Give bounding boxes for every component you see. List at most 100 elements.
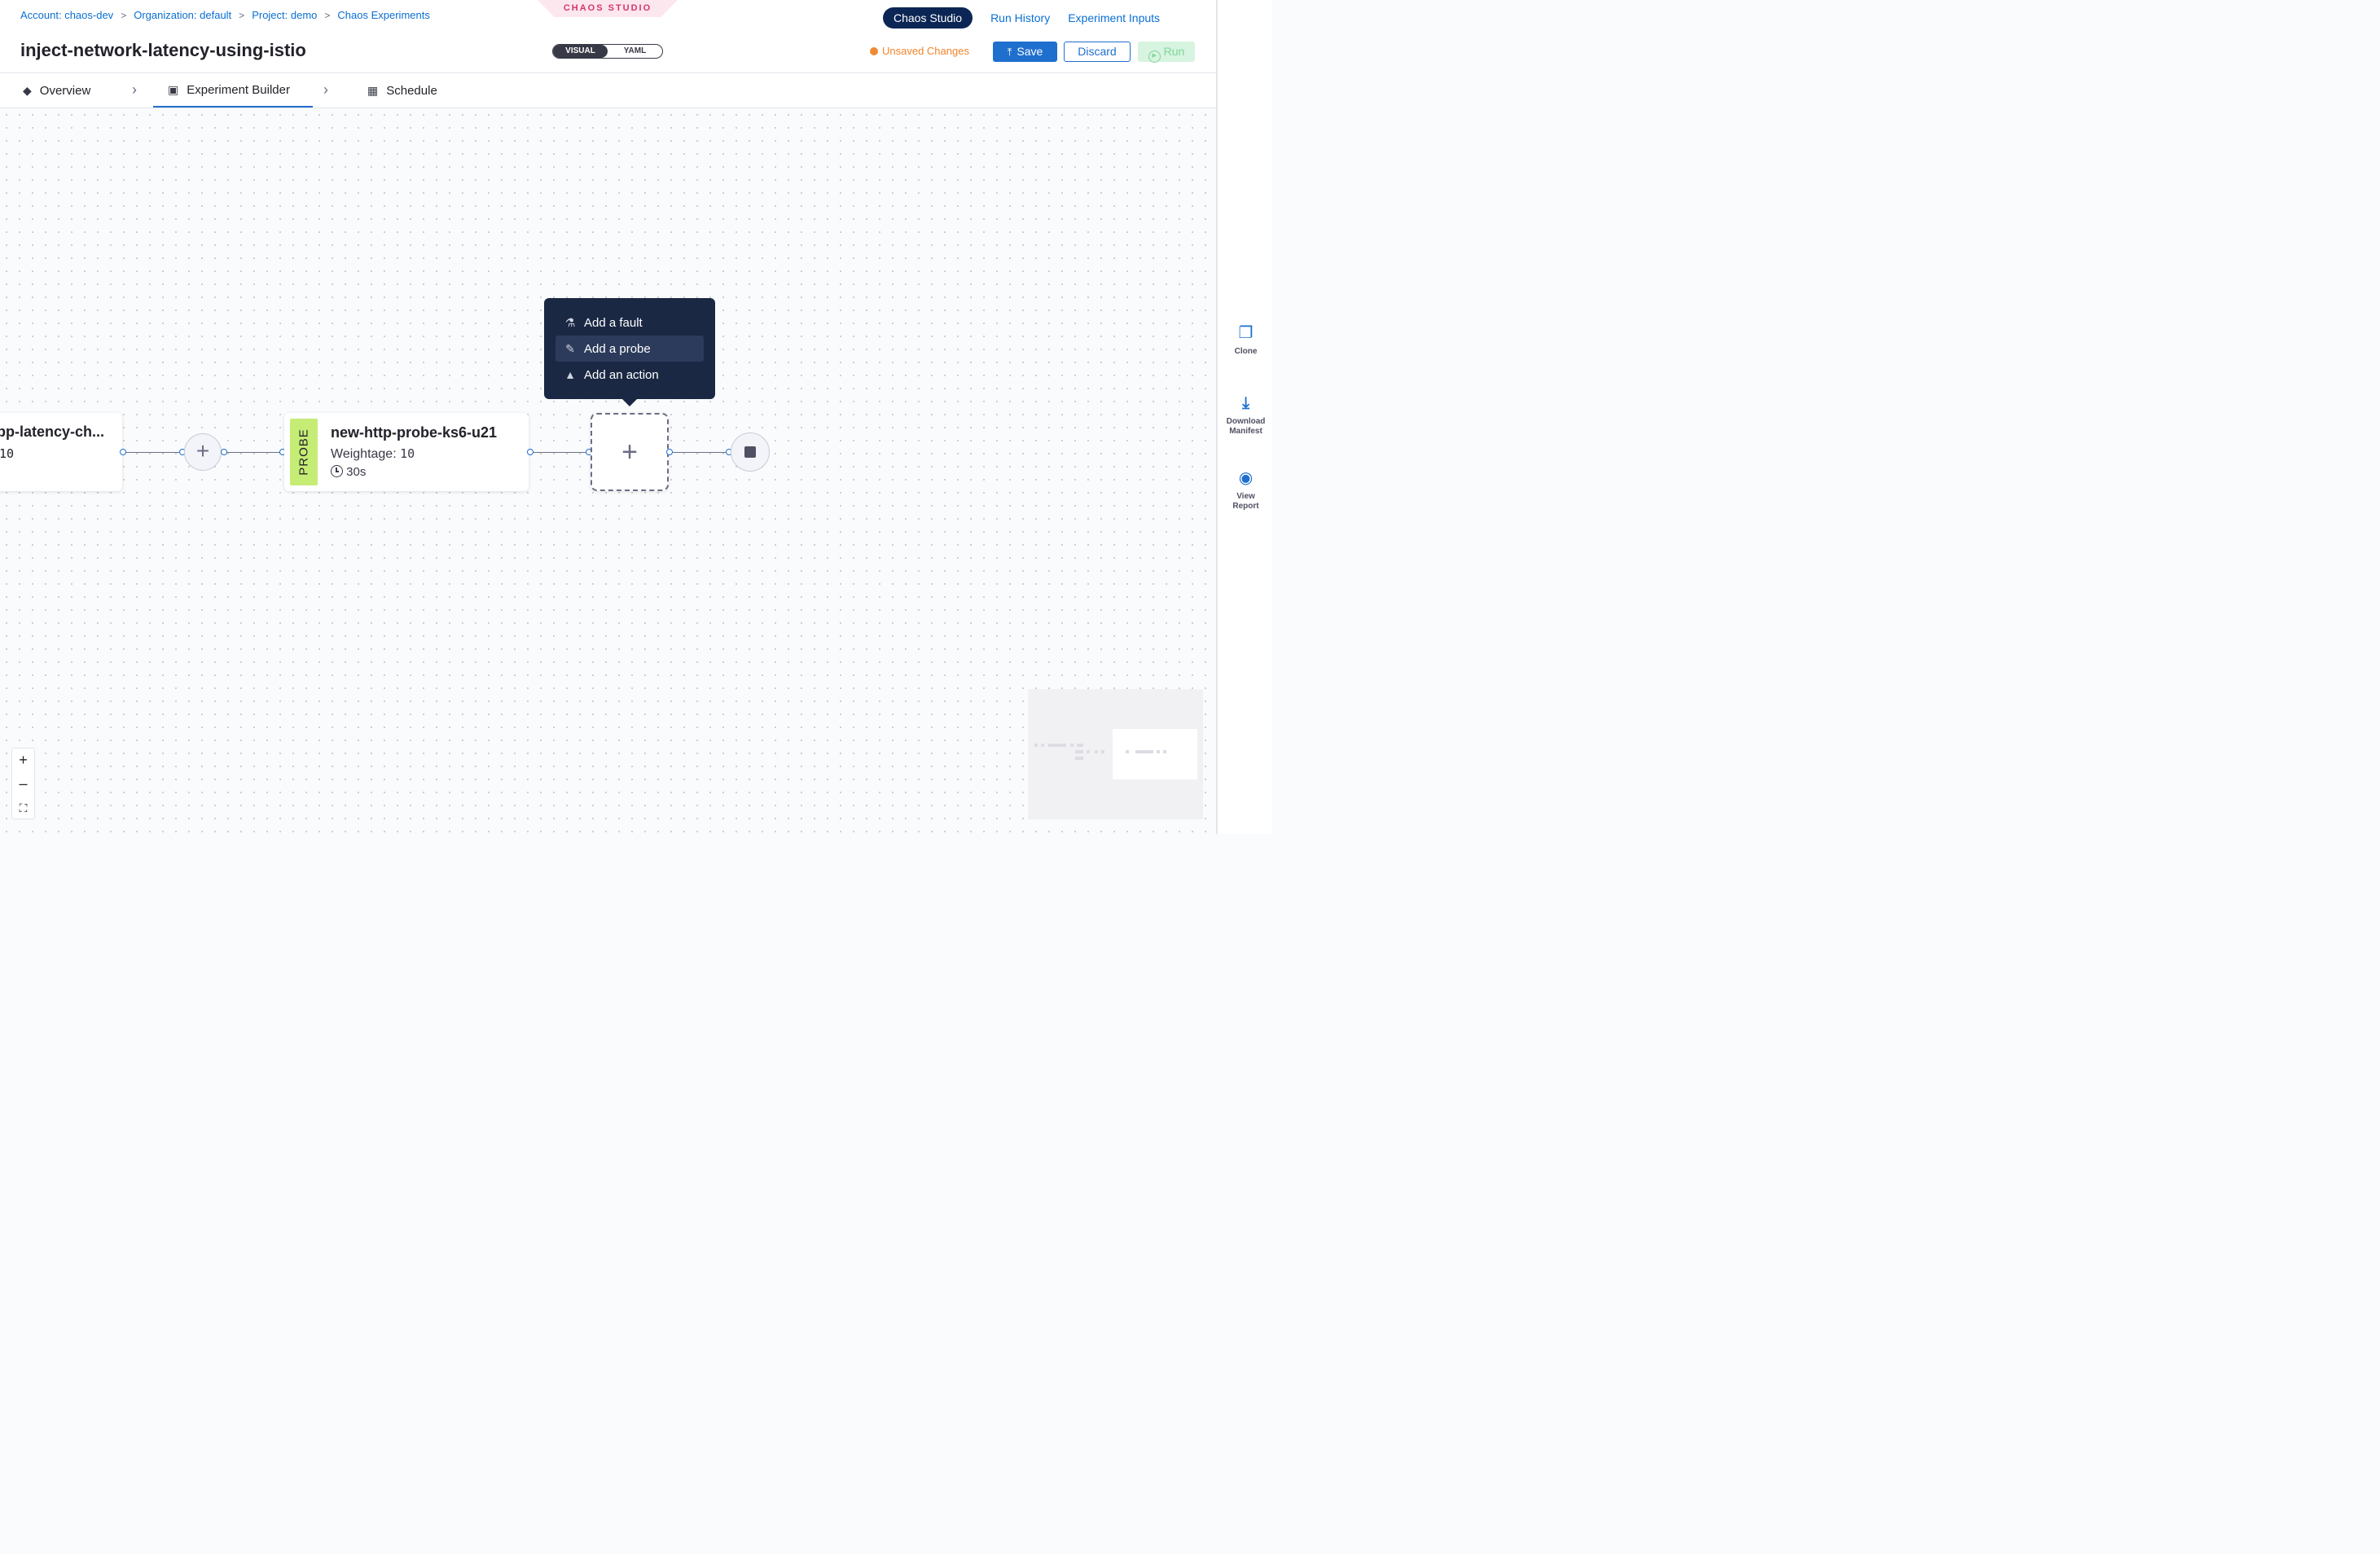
bell-icon: ▲: [564, 368, 576, 381]
minimap-node: [1077, 744, 1083, 747]
probe-timeout: 30s: [331, 465, 366, 479]
run-label: Run: [1163, 45, 1185, 58]
overview-icon: ◆: [23, 83, 32, 97]
tab-experiment-builder-label: Experiment Builder: [187, 82, 290, 97]
menu-item-label: Add a probe: [584, 341, 651, 356]
fullscreen-icon: ⛶: [19, 801, 28, 814]
zoom-in-button[interactable]: +: [12, 748, 34, 772]
run-button[interactable]: ▶ Run: [1138, 42, 1195, 63]
minimap-node: [1048, 744, 1066, 747]
fault-node[interactable]: pp-latency-ch... 10: [0, 413, 122, 491]
save-icon: ⤒: [1007, 46, 1012, 58]
connector-line: [673, 452, 726, 453]
chaos-studio-tab[interactable]: Chaos Studio: [883, 7, 973, 29]
minimap-viewport[interactable]: [1113, 729, 1197, 779]
eye-icon: ◉: [1238, 469, 1254, 487]
breadcrumb-separator: >: [324, 9, 331, 21]
view-mode-toggle[interactable]: VISUAL YAML: [552, 44, 663, 59]
breadcrumb-separator: >: [239, 9, 245, 21]
breadcrumb-account[interactable]: Account: chaos-dev: [20, 9, 113, 21]
breadcrumb-project[interactable]: Project: demo: [252, 9, 317, 21]
save-button[interactable]: ⤒ Save: [993, 42, 1057, 62]
header: Account: chaos-dev > Organization: defau…: [0, 0, 1216, 108]
view-report-button[interactable]: ◉ View Report: [1218, 469, 1274, 511]
probe-type-strip: PROBE: [290, 419, 318, 485]
download-manifest-label: Download Manifest: [1226, 417, 1266, 436]
minimap-node: [1070, 744, 1074, 747]
connector-line: [126, 452, 179, 453]
probe-node[interactable]: PROBE new-http-probe-ks6-u21 Weightage: …: [284, 413, 529, 491]
breadcrumb-chaos-experiments[interactable]: Chaos Experiments: [337, 9, 429, 21]
fault-node-title: pp-latency-ch...: [0, 424, 105, 440]
plus-icon: +: [195, 438, 210, 463]
minimap-node: [1126, 750, 1129, 753]
tab-overview-label: Overview: [39, 83, 91, 98]
tab-schedule-label: Schedule: [386, 83, 437, 98]
connector-port[interactable]: [666, 449, 673, 455]
breadcrumb: Account: chaos-dev > Organization: defau…: [20, 9, 430, 21]
probe-weightage: Weightage: 10: [331, 446, 415, 462]
right-action-rail: ❐ Clone ⤓ Download Manifest ◉ View Repor…: [1216, 0, 1272, 834]
clock-icon: [331, 465, 343, 477]
add-step-menu: ⚗ Add a fault ✎ Add a probe ▲ Add an act…: [544, 298, 715, 406]
plus-icon: +: [621, 437, 638, 468]
fault-node-weight: 10: [0, 446, 15, 461]
menu-item-add-action[interactable]: ▲ Add an action: [555, 362, 704, 388]
unsaved-changes-label: Unsaved Changes: [882, 45, 969, 57]
minimap-node: [1075, 757, 1083, 760]
discard-button[interactable]: Discard: [1064, 42, 1131, 62]
menu-item-add-fault[interactable]: ⚗ Add a fault: [555, 309, 704, 336]
connector-port[interactable]: [120, 449, 126, 455]
tab-schedule[interactable]: ▦ Schedule: [367, 73, 437, 108]
page-title: inject-network-latency-using-istio: [20, 40, 306, 60]
fit-view-button[interactable]: ⛶: [12, 796, 34, 819]
experiment-inputs-link[interactable]: Experiment Inputs: [1068, 7, 1160, 29]
chevron-right-icon: ›: [323, 81, 328, 98]
save-label: Save: [1017, 45, 1043, 58]
stop-icon: [744, 446, 756, 458]
breadcrumb-organization[interactable]: Organization: default: [134, 9, 231, 21]
play-circle-icon: ▶: [1148, 50, 1161, 63]
add-step-button[interactable]: +: [184, 433, 222, 471]
minimap-node: [1034, 744, 1038, 747]
menu-item-label: Add a fault: [584, 315, 643, 330]
clone-icon: ❐: [1238, 324, 1254, 342]
download-icon: ⤓: [1242, 394, 1249, 412]
end-node[interactable]: [731, 432, 770, 472]
connector-line: [534, 452, 586, 453]
experiment-tabs: ◆ Overview › ▣ Experiment Builder › ▦ Sc…: [0, 73, 1216, 108]
breadcrumb-separator: >: [121, 9, 127, 21]
top-navigation: Chaos Studio Run History Experiment Inpu…: [883, 7, 1160, 29]
minimap-node: [1095, 750, 1098, 753]
minimap-node: [1041, 744, 1044, 747]
weightage-value: 10: [400, 446, 415, 461]
connector-port[interactable]: [221, 449, 227, 455]
flask-icon: ⚗: [564, 315, 576, 329]
run-history-link[interactable]: Run History: [990, 7, 1050, 29]
status-dot-icon: [870, 46, 878, 55]
unsaved-changes-indicator: Unsaved Changes: [870, 45, 969, 57]
yaml-toggle-option[interactable]: YAML: [608, 45, 662, 58]
tab-experiment-builder[interactable]: ▣ Experiment Builder: [153, 73, 313, 108]
probe-icon: ✎: [565, 341, 575, 355]
menu-item-label: Add an action: [584, 367, 659, 382]
minimap-node: [1135, 750, 1153, 753]
probe-tag: PROBE: [296, 428, 311, 476]
connector-line: [227, 452, 279, 453]
menu-item-add-probe[interactable]: ✎ Add a probe: [555, 336, 704, 362]
experiment-canvas[interactable]: pp-latency-ch... 10 + PROBE new-http-pro…: [0, 108, 1216, 834]
download-manifest-button[interactable]: ⤓ Download Manifest: [1218, 394, 1274, 437]
chevron-right-icon: ›: [132, 81, 137, 98]
minimap-node: [1163, 750, 1166, 753]
minimap-node: [1101, 750, 1104, 753]
minimap[interactable]: [1028, 689, 1203, 819]
minimap-node: [1075, 750, 1083, 753]
clone-button[interactable]: ❐ Clone: [1218, 324, 1274, 357]
zoom-out-button[interactable]: –: [12, 772, 34, 796]
add-node-placeholder[interactable]: +: [591, 413, 669, 491]
probe-node-title: new-http-probe-ks6-u21: [331, 424, 498, 441]
visual-toggle-option[interactable]: VISUAL: [553, 45, 608, 58]
connector-port[interactable]: [527, 449, 534, 455]
zoom-controls: + – ⛶: [11, 748, 35, 819]
tab-overview[interactable]: ◆ Overview: [23, 73, 90, 108]
